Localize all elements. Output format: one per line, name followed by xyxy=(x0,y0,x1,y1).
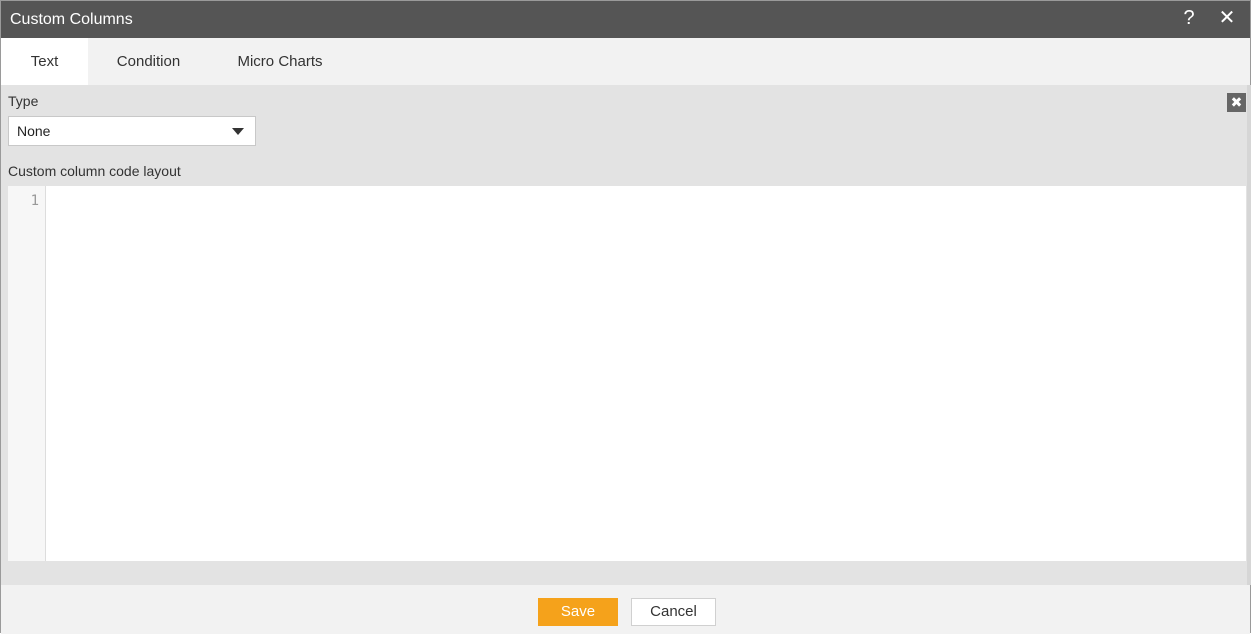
editor-gutter: 1 xyxy=(8,186,46,561)
cancel-button[interactable]: Cancel xyxy=(631,598,716,626)
help-icon[interactable]: ? xyxy=(1178,6,1200,30)
tab-condition[interactable]: Condition xyxy=(88,38,209,85)
panel-scrollbar[interactable] xyxy=(1247,85,1251,585)
type-select[interactable]: None xyxy=(8,116,256,146)
text-tab-panel: Type ✖ None Custom column code layout 1 xyxy=(1,85,1251,585)
tab-micro-charts[interactable]: Micro Charts xyxy=(209,38,351,85)
save-button[interactable]: Save xyxy=(538,598,618,626)
remove-icon[interactable]: ✖ xyxy=(1227,93,1246,112)
dialog-footer: Save Cancel xyxy=(1,585,1250,634)
code-input[interactable] xyxy=(47,186,1246,561)
custom-columns-dialog: Custom Columns ? ✕ Text Condition Micro … xyxy=(0,0,1251,634)
code-layout-label: Custom column code layout xyxy=(8,163,181,179)
close-icon[interactable]: ✕ xyxy=(1216,6,1238,30)
code-editor: 1 xyxy=(8,186,1246,561)
dialog-titlebar: Custom Columns ? ✕ xyxy=(1,1,1250,38)
chevron-down-icon xyxy=(232,128,244,135)
line-number: 1 xyxy=(30,193,39,209)
tab-text[interactable]: Text xyxy=(1,38,88,85)
type-label: Type xyxy=(8,93,39,109)
dialog-title: Custom Columns xyxy=(10,11,133,28)
tab-bar: Text Condition Micro Charts xyxy=(1,38,1250,85)
type-select-value: None xyxy=(17,123,51,139)
